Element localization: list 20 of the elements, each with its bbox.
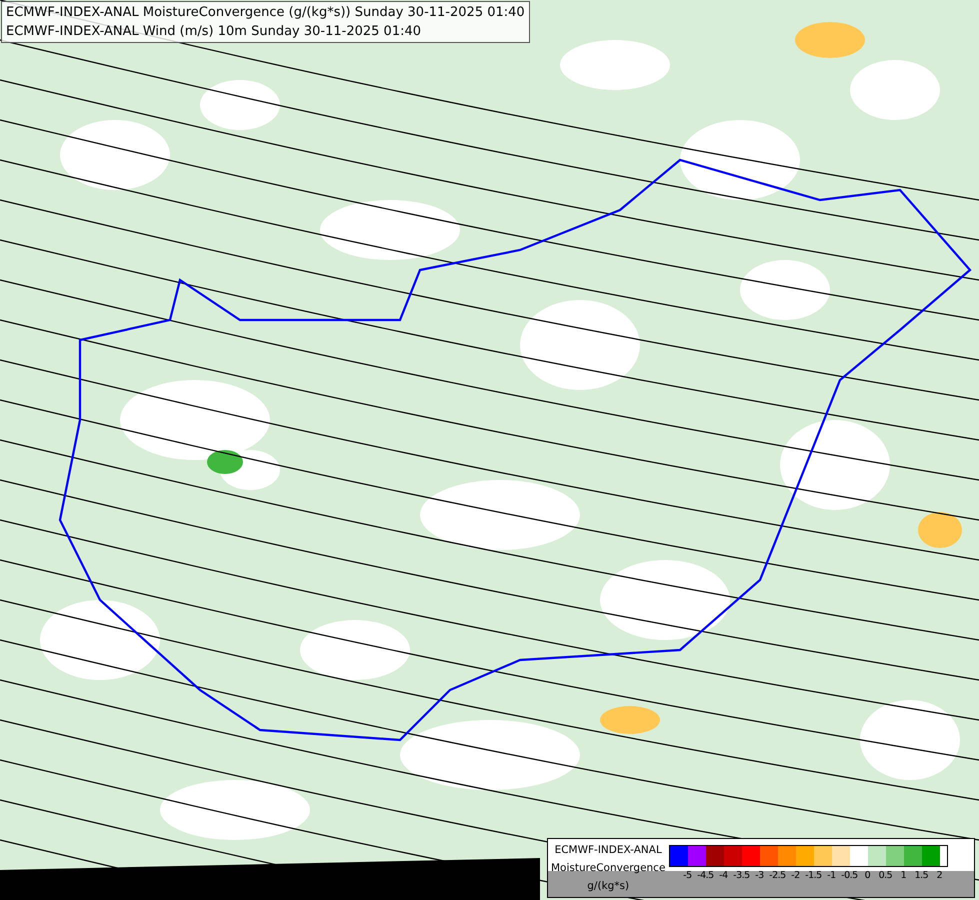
scale-label: 1 [900, 870, 908, 881]
scale-label: -2.5 [768, 870, 786, 881]
scale-label: -0.5 [840, 870, 858, 881]
scale-label: 0.5 [878, 870, 894, 881]
scale-label: -1 [826, 870, 837, 881]
legend-parameter: MoistureConvergence [551, 862, 666, 874]
scale-label: -4.5 [696, 870, 714, 881]
scale-label: -5 [682, 870, 693, 881]
map-title: ECMWF-INDEX-ANAL Wind (m/s) 10m Sunday 30-11-2025 01:40 [6, 23, 422, 41]
legend-unit: g/(kg*s) [587, 880, 630, 892]
scale-label: -3 [754, 870, 765, 881]
legend-source: ECMWF-INDEX-ANAL [554, 844, 662, 856]
map-title: ECMWF-INDEX-ANAL MoistureConvergence (g/(kg*s)) Sunday 30-11-2025 01:40 [6, 4, 525, 22]
scale-label: -1.5 [804, 870, 822, 881]
scale-label: -2 [790, 870, 801, 881]
scale-label: 2 [936, 870, 944, 881]
scale-label: -4 [718, 870, 729, 881]
scale-label: -3.5 [732, 870, 750, 881]
scale-label: 1.5 [914, 870, 930, 881]
scale-label: 0 [864, 870, 872, 881]
